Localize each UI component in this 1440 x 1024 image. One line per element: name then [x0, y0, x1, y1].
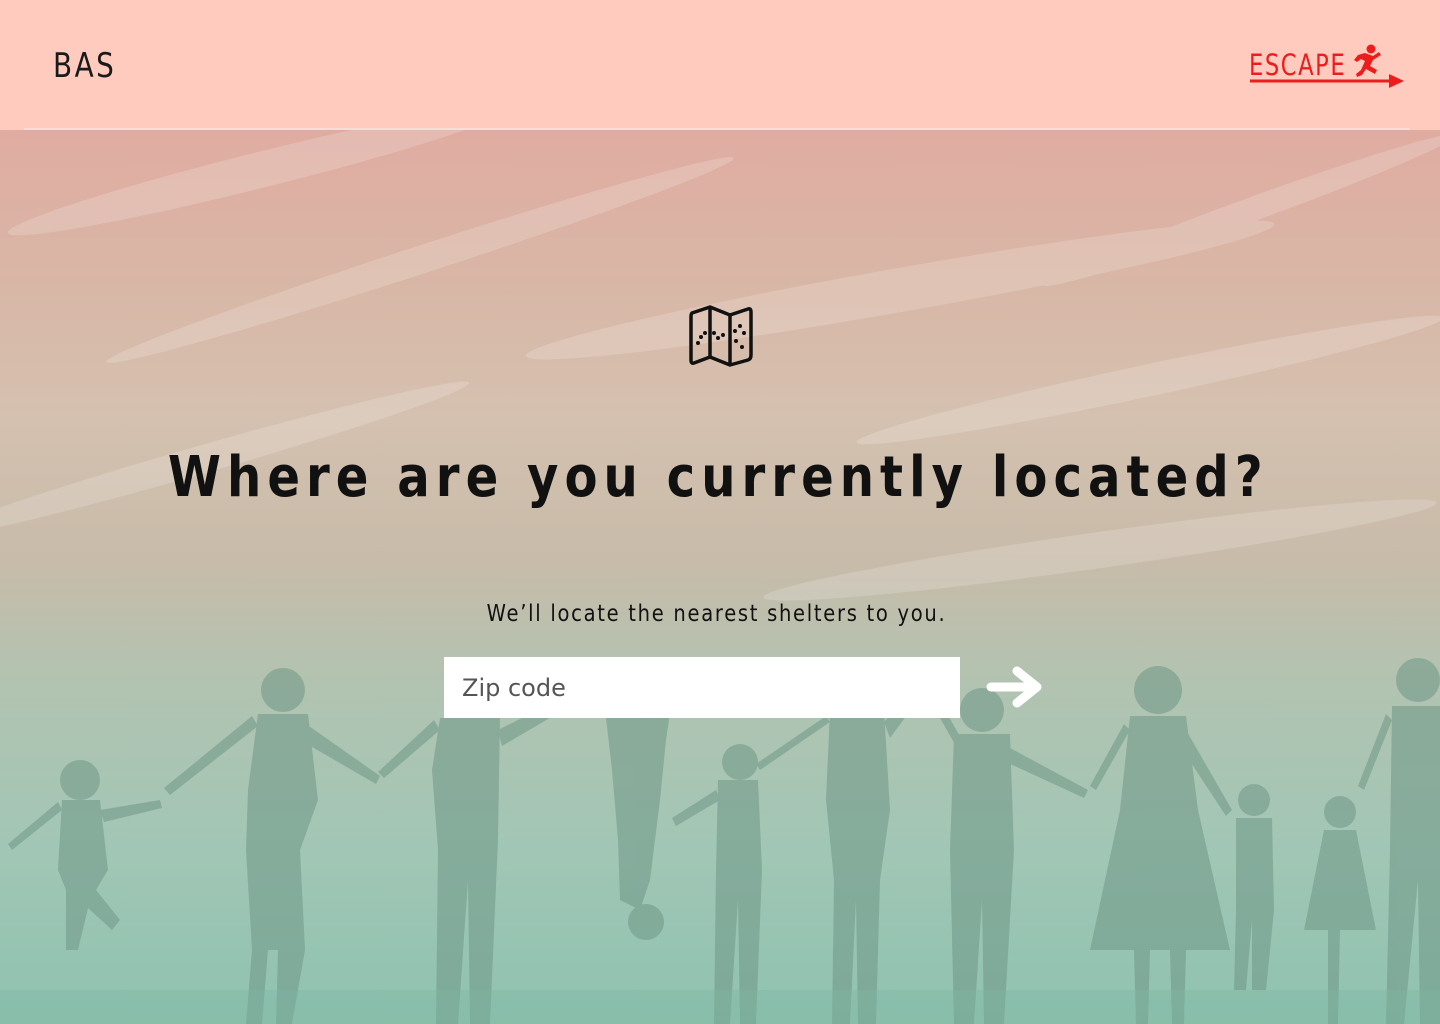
- arrow-right-icon: [986, 666, 1042, 707]
- submit-button[interactable]: [984, 664, 1046, 712]
- running-person-icon: [1354, 44, 1381, 77]
- zip-code-input[interactable]: [444, 657, 960, 718]
- page-headline: Where are you currently located?: [167, 445, 1269, 510]
- logo-text[interactable]: BAS: [53, 46, 116, 86]
- escape-button[interactable]: ESCAPE: [1249, 44, 1409, 92]
- escape-arrow-icon: [1250, 74, 1404, 88]
- map-icon: [689, 305, 753, 367]
- page-subtitle: We’ll locate the nearest shelters to you…: [486, 601, 947, 627]
- cloud-streaks: [0, 130, 1440, 601]
- hero-background: [0, 130, 1440, 1024]
- top-header: BAS ESCAPE: [0, 0, 1440, 130]
